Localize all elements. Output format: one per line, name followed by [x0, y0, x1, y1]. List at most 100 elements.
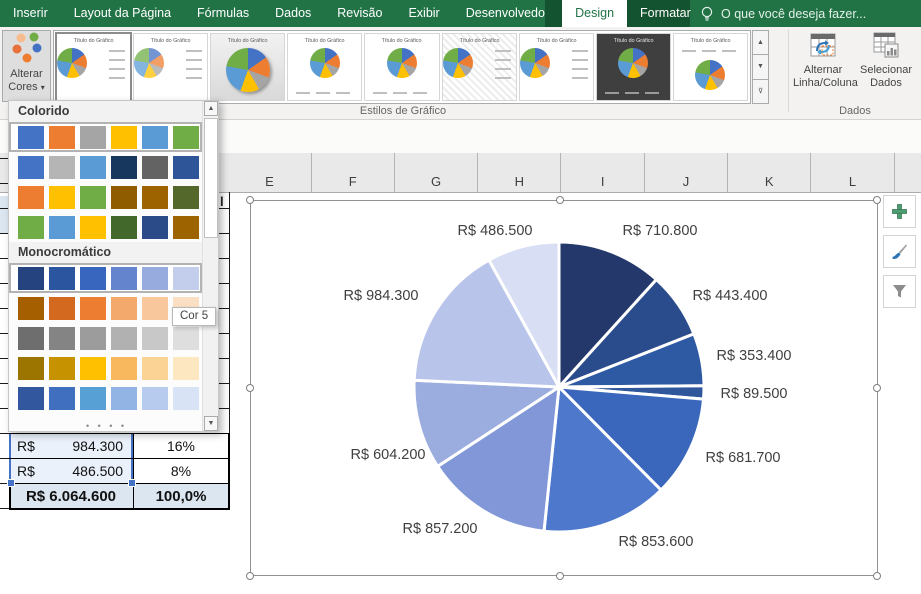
selection-handle[interactable]	[873, 196, 881, 204]
scroll-up-arrow[interactable]: ▲	[204, 101, 218, 116]
table-row[interactable]: R$984.30016%	[9, 433, 230, 458]
chart-elements-button[interactable]	[883, 195, 916, 228]
color-swatch[interactable]	[49, 297, 75, 320]
column-header-J[interactable]: J	[645, 153, 728, 192]
color-swatch[interactable]	[80, 357, 106, 380]
table-row[interactable]: R$486.5008%	[9, 458, 230, 483]
color-swatch[interactable]	[111, 327, 137, 350]
color-swatch[interactable]	[80, 216, 106, 239]
color-swatch[interactable]	[49, 216, 75, 239]
table-cell[interactable]: R$984.300	[9, 434, 133, 458]
colorido-palette-row-1[interactable]	[9, 122, 202, 152]
color-swatch[interactable]	[49, 156, 75, 179]
range-handle[interactable]	[128, 479, 136, 487]
color-swatch[interactable]	[18, 186, 44, 209]
color-swatch[interactable]	[111, 216, 137, 239]
color-swatch[interactable]	[173, 327, 199, 350]
color-swatch[interactable]	[111, 126, 137, 149]
monocromatico-palette-row-3[interactable]	[9, 323, 202, 353]
alterar-cores-button[interactable]: Alterar Cores ▾	[2, 30, 51, 102]
chart-style-thumbnail-7[interactable]: Título do Gráfico	[519, 33, 594, 101]
color-swatch[interactable]	[142, 327, 168, 350]
color-swatch[interactable]	[80, 156, 106, 179]
color-swatch[interactable]	[173, 267, 199, 290]
color-swatch[interactable]	[173, 216, 199, 239]
color-swatch[interactable]	[111, 156, 137, 179]
color-swatch[interactable]	[49, 387, 75, 410]
color-swatch[interactable]	[18, 156, 44, 179]
color-swatch[interactable]	[142, 387, 168, 410]
tell-me-search[interactable]: O que você deseja fazer...	[700, 0, 866, 27]
selection-handle[interactable]	[246, 572, 254, 580]
color-swatch[interactable]	[49, 186, 75, 209]
tab-dados[interactable]: Dados	[262, 0, 324, 27]
color-swatch[interactable]	[111, 267, 137, 290]
color-swatch[interactable]	[49, 267, 75, 290]
color-swatch[interactable]	[142, 126, 168, 149]
table-cell[interactable]: R$486.500	[9, 459, 133, 483]
chart-style-thumbnail-4[interactable]: Título do Gráfico	[287, 33, 362, 101]
color-swatch[interactable]	[142, 267, 168, 290]
color-swatch[interactable]	[142, 297, 168, 320]
scroll-thumb[interactable]	[204, 118, 218, 238]
chart-style-thumbnail-8[interactable]: Título do Gráfico	[596, 33, 671, 101]
color-swatch[interactable]	[173, 186, 199, 209]
dropdown-resize-dots[interactable]: • • • •	[9, 422, 204, 430]
chart-style-thumbnail-3[interactable]: Título do Gráfico	[210, 33, 285, 101]
color-swatch[interactable]	[80, 267, 106, 290]
color-swatch[interactable]	[18, 387, 44, 410]
color-swatch[interactable]	[111, 357, 137, 380]
chart-style-thumbnail-6[interactable]: Título do Gráfico	[442, 33, 517, 101]
gallery-scroll-down-button[interactable]: ▼	[752, 55, 769, 79]
colorido-palette-row-3[interactable]	[9, 182, 202, 212]
color-swatch[interactable]	[173, 126, 199, 149]
color-swatch[interactable]	[173, 357, 199, 380]
dropdown-scrollbar[interactable]: ▲ ▼	[202, 101, 218, 431]
selection-handle[interactable]	[873, 384, 881, 392]
gallery-scroll-up-button[interactable]: ▲	[752, 30, 769, 55]
colorido-palette-row-4[interactable]	[9, 212, 202, 242]
color-swatch[interactable]	[142, 186, 168, 209]
color-swatch[interactable]	[142, 216, 168, 239]
selection-handle[interactable]	[873, 572, 881, 580]
color-swatch[interactable]	[111, 297, 137, 320]
color-swatch[interactable]	[80, 327, 106, 350]
color-swatch[interactable]	[80, 297, 106, 320]
color-swatch[interactable]	[18, 267, 44, 290]
column-header-K[interactable]: K	[728, 153, 811, 192]
tab-design[interactable]: Design	[562, 0, 627, 27]
alternar-linha-coluna-button[interactable]: AlternarLinha/Coluna	[793, 30, 853, 90]
monocromatico-palette-row-1[interactable]	[9, 263, 202, 293]
column-header-H[interactable]: H	[478, 153, 561, 192]
color-swatch[interactable]	[80, 186, 106, 209]
selection-handle[interactable]	[246, 196, 254, 204]
table-total-cell[interactable]: 100,0%	[133, 484, 230, 508]
data-table[interactable]: R$984.30016%R$486.5008%R$ 6.064.600100,0…	[9, 433, 230, 510]
chart-style-thumbnail-1[interactable]: Título do Gráfico	[55, 32, 132, 102]
selection-handle[interactable]	[556, 196, 564, 204]
scroll-down-arrow[interactable]: ▼	[204, 416, 218, 431]
color-swatch[interactable]	[173, 156, 199, 179]
column-header-L[interactable]: L	[811, 153, 894, 192]
tab-f-rmulas[interactable]: Fórmulas	[184, 0, 262, 27]
monocromatico-palette-row-4[interactable]	[9, 353, 202, 383]
column-header-I[interactable]: I	[562, 153, 645, 192]
color-swatch[interactable]	[49, 327, 75, 350]
chart-style-thumbnail-9[interactable]: Título do Gráfico	[673, 33, 748, 101]
tab-layout-da-p-gina[interactable]: Layout da Página	[61, 0, 184, 27]
column-header-E[interactable]: E	[228, 153, 311, 192]
tab-inserir[interactable]: Inserir	[0, 0, 61, 27]
color-swatch[interactable]	[49, 357, 75, 380]
color-swatch[interactable]	[111, 186, 137, 209]
color-swatch[interactable]	[111, 387, 137, 410]
chart-style-thumbnail-5[interactable]: Título do Gráfico	[364, 33, 439, 101]
color-swatch[interactable]	[18, 357, 44, 380]
color-swatch[interactable]	[142, 357, 168, 380]
chart-filters-button[interactable]	[883, 275, 916, 308]
selection-handle[interactable]	[556, 572, 564, 580]
column-header-G[interactable]: G	[395, 153, 478, 192]
chart-style-thumbnail-2[interactable]: Título do Gráfico	[133, 33, 208, 101]
color-swatch[interactable]	[80, 126, 106, 149]
color-swatch[interactable]	[18, 297, 44, 320]
table-cell[interactable]: 8%	[133, 459, 230, 483]
